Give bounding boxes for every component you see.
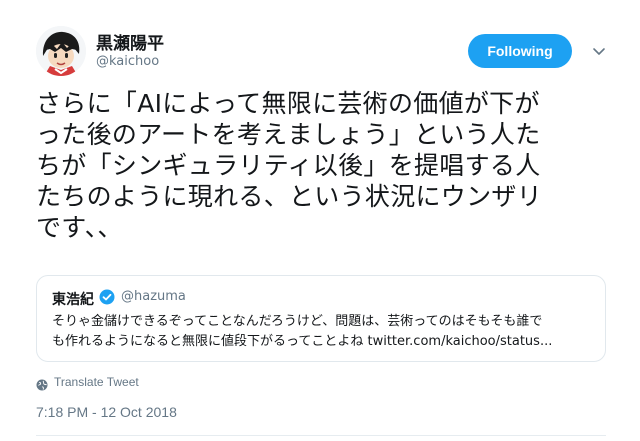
tweet-text: さらに「AIによって無限に芸術の価値が下が った後のアートを考えましょう」という…: [36, 88, 614, 243]
quoted-author-name: 東浩紀: [52, 292, 94, 308]
tweet-text-line: たちのように現れる、という状況にウンザリ: [36, 182, 543, 211]
quoted-text-fragment: も作れるようになると無限に値段下がるってことよね: [52, 334, 368, 349]
tweet-header: 黒瀬陽平 @kaichoo Following: [36, 26, 616, 78]
tweet-text-line: です、、: [36, 213, 123, 242]
chevron-down-icon[interactable]: [590, 42, 608, 60]
quoted-author-handle: @hazuma: [121, 289, 186, 304]
globe-icon: [36, 376, 48, 391]
quoted-tweet-text: そりゃ金儲けできるぞってことなんだろうけど、問題は、芸術ってのはそもそも誰で も…: [52, 312, 600, 352]
quoted-text-line: そりゃ金儲けできるぞってことなんだろうけど、問題は、芸術ってのはそもそも誰で: [52, 314, 543, 329]
translate-tweet[interactable]: Translate Tweet: [36, 374, 139, 391]
author-handle[interactable]: @kaichoo: [96, 54, 159, 69]
translate-tweet-label: Translate Tweet: [54, 375, 139, 389]
quoted-text-line: も作れるようになると無限に値段下がるってことよね twitter.com/kai…: [52, 332, 600, 352]
tweet-text-line: った後のアートを考えましょう」という人た: [36, 120, 541, 149]
verified-badge-icon: [99, 289, 115, 305]
tweet-text-line: ちが「シンギュラリティ以後」を提唱する人: [36, 151, 541, 180]
quoted-tweet[interactable]: 東浩紀 @hazuma そりゃ金儲けできるぞってことなんだろうけど、問題は、芸術…: [36, 275, 606, 362]
status-link[interactable]: twitter.com/kaichoo/status...: [367, 334, 552, 349]
avatar[interactable]: [36, 26, 86, 76]
author-name[interactable]: 黒瀬陽平: [96, 29, 164, 54]
divider: [36, 435, 606, 436]
following-button[interactable]: Following: [468, 34, 572, 68]
tweet-text-line: さらに「AIによって無限に芸術の価値が下が: [36, 89, 540, 118]
tweet-timestamp[interactable]: 7:18 PM - 12 Oct 2018: [36, 404, 177, 420]
